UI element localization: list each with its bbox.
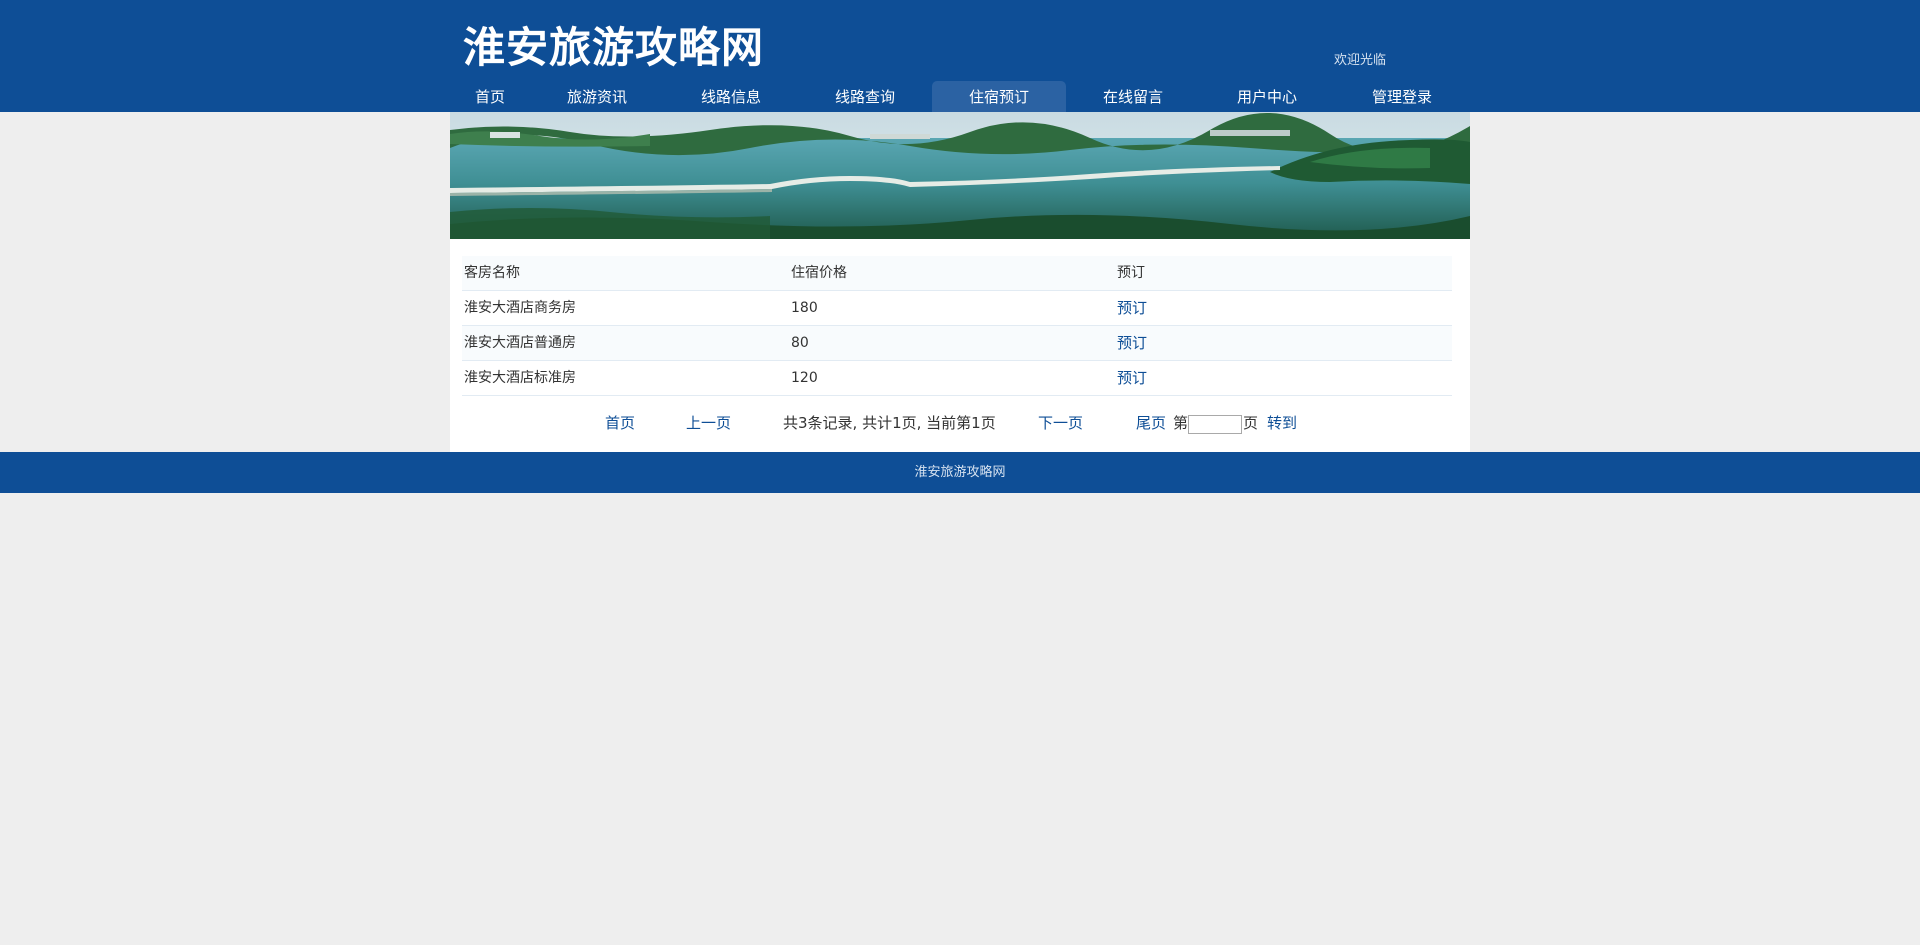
main-content: 客房名称 住宿价格 预订 淮安大酒店商务房 180 预订 淮安大酒店普通房 80… xyxy=(450,112,1470,452)
room-name: 淮安大酒店商务房 xyxy=(464,300,576,316)
nav-item-route-search[interactable]: 线路查询 xyxy=(798,81,932,112)
nav-item-accommodation-booking[interactable]: 住宿预订 xyxy=(932,81,1066,112)
header-booking: 预订 xyxy=(1117,265,1145,281)
pager-page-suffix: 页 xyxy=(1243,414,1259,432)
nav-item-online-message[interactable]: 在线留言 xyxy=(1066,81,1200,112)
welcome-text: 欢迎光临 xyxy=(1334,53,1387,68)
site-header: 淮安旅游攻略网 欢迎光临 首页 旅游资讯 线路信息 线路查询 住宿预订 在线留言… xyxy=(0,0,1920,112)
pager-prev-link[interactable]: 上一页 xyxy=(686,408,731,438)
header-inner: 淮安旅游攻略网 欢迎光临 首页 旅游资讯 线路信息 线路查询 住宿预订 在线留言… xyxy=(450,0,1470,112)
main-nav: 首页 旅游资讯 线路信息 线路查询 住宿预订 在线留言 用户中心 管理登录 xyxy=(450,81,1470,112)
banner-image xyxy=(450,112,1470,239)
room-name: 淮安大酒店标准房 xyxy=(464,370,576,386)
table-header-row: 客房名称 住宿价格 预订 xyxy=(462,256,1452,291)
table-row: 淮安大酒店商务房 180 预订 xyxy=(462,291,1452,326)
book-link[interactable]: 预订 xyxy=(1117,326,1147,361)
room-price: 120 xyxy=(791,370,818,386)
header-room-name: 客房名称 xyxy=(464,265,520,281)
room-price: 180 xyxy=(791,300,818,316)
room-name: 淮安大酒店普通房 xyxy=(464,335,576,351)
pagination: 首页 上一页 共3条记录, 共计1页, 当前第1页 下一页 尾页 第 页 转到 xyxy=(450,408,1470,438)
header-room-price: 住宿价格 xyxy=(791,265,847,281)
book-link[interactable]: 预订 xyxy=(1117,361,1147,396)
pager-next-link[interactable]: 下一页 xyxy=(1038,408,1083,438)
nav-item-home[interactable]: 首页 xyxy=(450,81,530,112)
site-title: 淮安旅游攻略网 xyxy=(463,23,765,72)
nav-item-travel-news[interactable]: 旅游资讯 xyxy=(530,81,664,112)
pager-summary: 共3条记录, 共计1页, 当前第1页 xyxy=(783,414,996,432)
site-footer: 淮安旅游攻略网 xyxy=(0,452,1920,493)
pager-last-link[interactable]: 尾页 xyxy=(1136,408,1166,438)
book-link[interactable]: 预订 xyxy=(1117,291,1147,326)
pager-go-link[interactable]: 转到 xyxy=(1267,408,1297,438)
lake-bridge-illustration xyxy=(450,112,1470,239)
room-list: 客房名称 住宿价格 预订 淮安大酒店商务房 180 预订 淮安大酒店普通房 80… xyxy=(462,256,1452,396)
pager-first-link[interactable]: 首页 xyxy=(605,408,635,438)
pager-page-prefix: 第 xyxy=(1173,414,1189,432)
table-row: 淮安大酒店标准房 120 预订 xyxy=(462,361,1452,396)
page-number-input[interactable] xyxy=(1188,415,1242,434)
table-row: 淮安大酒店普通房 80 预订 xyxy=(462,326,1452,361)
nav-item-user-center[interactable]: 用户中心 xyxy=(1200,81,1334,112)
nav-item-admin-login[interactable]: 管理登录 xyxy=(1334,81,1470,112)
room-price: 80 xyxy=(791,335,809,351)
nav-item-route-info[interactable]: 线路信息 xyxy=(664,81,798,112)
